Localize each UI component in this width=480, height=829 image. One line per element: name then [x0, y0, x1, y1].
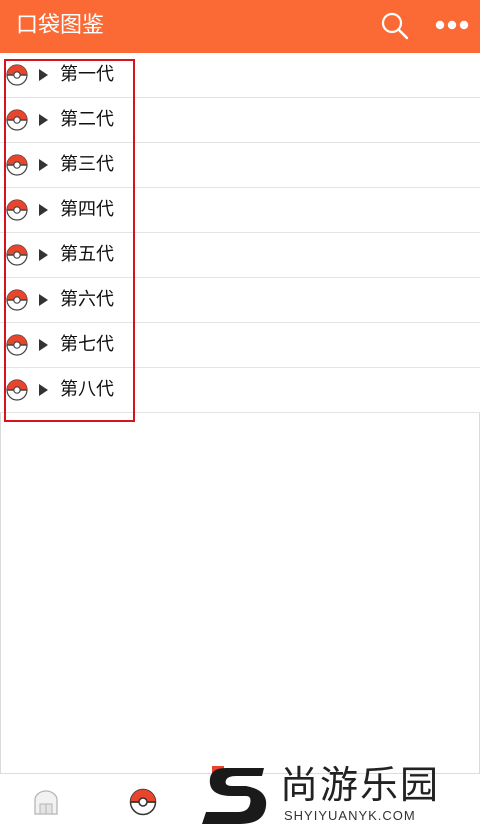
pokeball-icon	[6, 64, 28, 86]
pokeball-icon	[6, 289, 28, 311]
pokeball-icon	[6, 244, 28, 266]
triangle-right-icon	[39, 249, 48, 261]
generation-row-4[interactable]: 第四代	[0, 188, 480, 233]
generation-label: 第五代	[60, 244, 114, 265]
triangle-right-icon	[39, 159, 48, 171]
triangle-right-icon	[39, 339, 48, 351]
triangle-right-icon	[39, 294, 48, 306]
generation-label: 第七代	[60, 334, 114, 355]
pokeball-icon	[6, 334, 28, 356]
generation-row-6[interactable]: 第六代	[0, 278, 480, 323]
watermark-logo-icon	[202, 766, 267, 824]
home-icon[interactable]	[33, 789, 59, 815]
generation-label: 第二代	[60, 109, 114, 130]
more-dots-icon[interactable]	[434, 18, 470, 32]
generation-label: 第一代	[60, 64, 114, 85]
pokeball-icon[interactable]	[129, 788, 157, 816]
watermark: 尚游乐园 SHYIYUANYK.COM	[202, 762, 480, 828]
generation-label: 第八代	[60, 379, 114, 400]
watermark-chinese: 尚游乐园	[280, 763, 441, 807]
pokeball-icon	[6, 199, 28, 221]
triangle-right-icon	[39, 204, 48, 216]
generation-row-5[interactable]: 第五代	[0, 233, 480, 278]
generation-label: 第四代	[60, 199, 114, 220]
watermark-english: SHYIYUANYK.COM	[284, 808, 416, 823]
pokeball-icon	[6, 109, 28, 131]
triangle-right-icon	[39, 384, 48, 396]
generation-row-2[interactable]: 第二代	[0, 98, 480, 143]
generation-row-8[interactable]: 第八代	[0, 368, 480, 413]
triangle-right-icon	[39, 114, 48, 126]
generation-label: 第三代	[60, 154, 114, 175]
app-title: 口袋图鉴	[16, 13, 105, 38]
generation-row-3[interactable]: 第三代	[0, 143, 480, 188]
generation-row-1[interactable]: 第一代	[0, 53, 480, 98]
generation-label: 第六代	[60, 289, 114, 310]
pokeball-icon	[6, 154, 28, 176]
pokeball-icon	[6, 379, 28, 401]
search-icon[interactable]	[380, 11, 410, 41]
top-app-bar: 口袋图鉴	[0, 0, 480, 53]
generation-row-7[interactable]: 第七代	[0, 323, 480, 368]
generation-list: 第一代 第二代 第三代 第四代 第五代 第六代 第七代 第八代	[0, 53, 480, 413]
triangle-right-icon	[39, 69, 48, 81]
